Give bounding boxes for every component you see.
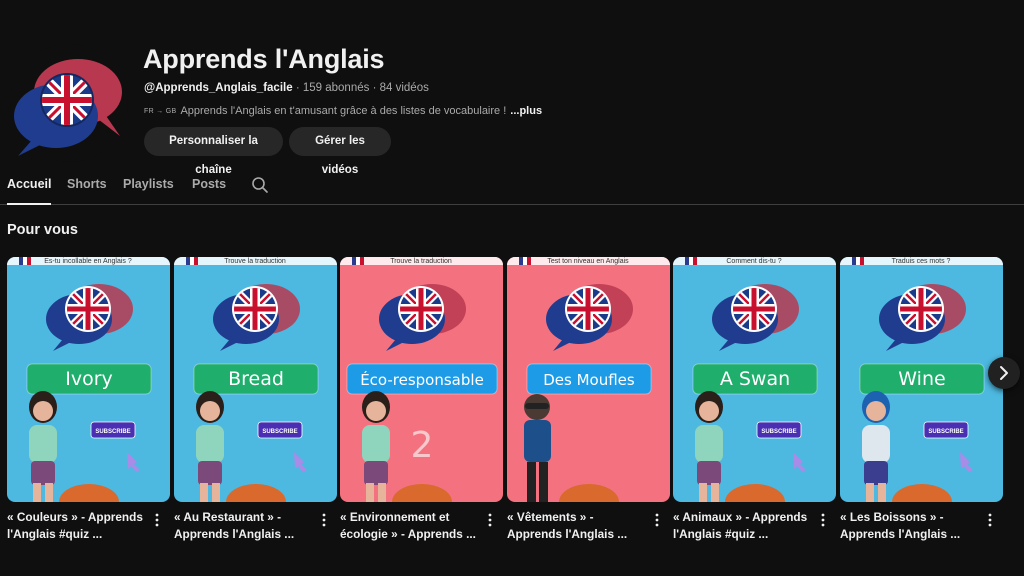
short-title[interactable]: « Environnement et écologie » - Apprends… bbox=[340, 509, 480, 543]
channel-meta: @Apprends_Anglais_facile · 159 abonnés ·… bbox=[144, 82, 429, 94]
channel-tabs: Accueil Shorts Playlists Posts bbox=[0, 168, 1024, 205]
short-thumbnail[interactable]: Traduis ces mots ? Wine SUBSCRIBE bbox=[840, 257, 1003, 502]
next-button[interactable] bbox=[988, 357, 1020, 389]
short-title[interactable]: « Couleurs » - Apprends l'Anglais #quiz … bbox=[7, 509, 147, 543]
thumbnail-word: Des Moufles bbox=[543, 371, 635, 389]
video-count: 84 vidéos bbox=[379, 82, 429, 94]
thumbnail-top-text: Comment dis-tu ? bbox=[726, 258, 781, 265]
short-card[interactable]: Comment dis-tu ? A Swan SUBSCRIBE « Anim… bbox=[673, 257, 836, 541]
short-card[interactable]: Es-tu incollable en Anglais ? Ivory SUBS… bbox=[7, 257, 170, 541]
search-icon[interactable] bbox=[251, 176, 269, 194]
language-direction: FR → GB bbox=[144, 107, 177, 115]
tab-home[interactable]: Accueil bbox=[7, 177, 52, 205]
thumbnail-top-text: Es-tu incollable en Anglais ? bbox=[44, 258, 132, 265]
short-title[interactable]: « Animaux » - Apprends l'Anglais #quiz .… bbox=[673, 509, 813, 543]
thumbnail-word: Wine bbox=[898, 368, 945, 390]
chevron-right-icon bbox=[1000, 366, 1008, 380]
short-thumbnail[interactable]: Trouve la traduction Éco-responsable 2 bbox=[340, 257, 503, 502]
thumbnail-top-text: Trouve la traduction bbox=[224, 258, 286, 265]
short-thumbnail[interactable]: Trouve la traduction Bread SUBSCRIBE bbox=[174, 257, 337, 502]
channel-description[interactable]: FR → GB Apprends l'Anglais en t'amusant … bbox=[144, 105, 542, 117]
thumbnail-top-text: Trouve la traduction bbox=[390, 258, 452, 265]
meta-separator: · bbox=[292, 82, 303, 94]
short-card[interactable]: Test ton niveau en Anglais Des Moufles «… bbox=[507, 257, 670, 541]
subscriber-count: 159 abonnés bbox=[302, 82, 370, 94]
more-vert-icon[interactable] bbox=[820, 513, 826, 527]
thumbnail-subscribe: SUBSCRIBE bbox=[761, 429, 796, 435]
short-thumbnail[interactable]: Test ton niveau en Anglais Des Moufles bbox=[507, 257, 670, 502]
channel-handle: @Apprends_Anglais_facile bbox=[144, 82, 293, 94]
tab-shorts[interactable]: Shorts bbox=[67, 177, 107, 205]
short-card[interactable]: Trouve la traduction Bread SUBSCRIBE « A… bbox=[174, 257, 337, 541]
thumbnail-number: 2 bbox=[411, 425, 434, 466]
short-card[interactable]: Traduis ces mots ? Wine SUBSCRIBE « Les … bbox=[840, 257, 1003, 541]
uk-speech-bubble-logo bbox=[14, 59, 122, 156]
tab-posts[interactable]: Posts bbox=[192, 177, 226, 205]
thumbnail-top-text: Traduis ces mots ? bbox=[892, 258, 951, 265]
thumbnail-word: A Swan bbox=[720, 368, 790, 390]
short-card[interactable]: Trouve la traduction Éco-responsable 2 «… bbox=[340, 257, 503, 541]
short-title[interactable]: « Les Boissons » - Apprends l'Anglais ..… bbox=[840, 509, 980, 543]
thumbnail-word: Ivory bbox=[65, 368, 113, 390]
thumbnail-word: Éco-responsable bbox=[360, 370, 484, 389]
description-text: Apprends l'Anglais en t'amusant grâce à … bbox=[180, 105, 507, 117]
thumbnail-subscribe: SUBSCRIBE bbox=[262, 429, 297, 435]
more-vert-icon[interactable] bbox=[321, 513, 327, 527]
more-vert-icon[interactable] bbox=[154, 513, 160, 527]
short-title[interactable]: « Vêtements » - Apprends l'Anglais ... bbox=[507, 509, 647, 543]
more-vert-icon[interactable] bbox=[987, 513, 993, 527]
manage-videos-button[interactable]: Gérer les vidéos bbox=[289, 127, 391, 176]
tab-playlists[interactable]: Playlists bbox=[123, 177, 174, 205]
description-more-link[interactable]: ...plus bbox=[510, 105, 542, 117]
more-vert-icon[interactable] bbox=[654, 513, 660, 527]
thumbnail-word: Bread bbox=[228, 368, 284, 390]
channel-title: Apprends l'Anglais bbox=[143, 44, 385, 74]
thumbnail-subscribe: SUBSCRIBE bbox=[95, 429, 130, 435]
thumbnail-top-text: Test ton niveau en Anglais bbox=[547, 258, 629, 265]
short-thumbnail[interactable]: Comment dis-tu ? A Swan SUBSCRIBE bbox=[673, 257, 836, 502]
short-thumbnail[interactable]: Es-tu incollable en Anglais ? Ivory SUBS… bbox=[7, 257, 170, 502]
channel-avatar[interactable] bbox=[10, 44, 128, 162]
thumbnail-subscribe: SUBSCRIBE bbox=[928, 429, 963, 435]
short-title[interactable]: « Au Restaurant » - Apprends l'Anglais .… bbox=[174, 509, 314, 543]
section-title: Pour vous bbox=[7, 222, 78, 238]
customize-channel-button[interactable]: Personnaliser la chaîne bbox=[144, 127, 283, 176]
more-vert-icon[interactable] bbox=[487, 513, 493, 527]
